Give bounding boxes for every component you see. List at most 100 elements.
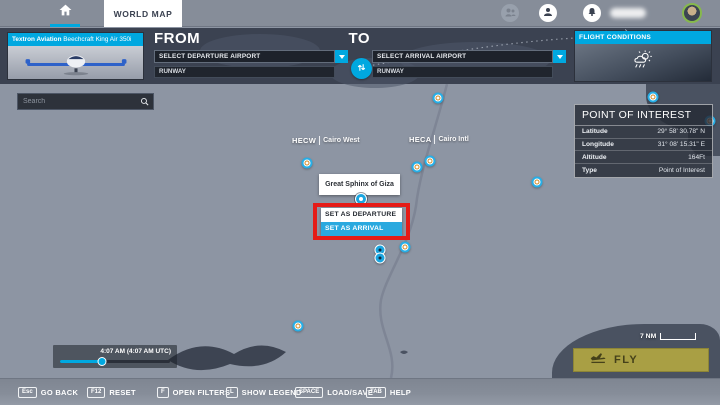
fly-button-label: FLY xyxy=(614,354,638,366)
chevron-down-icon xyxy=(557,55,563,59)
action-label: RESET xyxy=(109,388,136,397)
time-slider-fill xyxy=(60,360,102,363)
arrival-dropdown-button[interactable] xyxy=(553,50,566,63)
scale-label: 7 NM xyxy=(640,333,656,340)
label-divider xyxy=(319,136,320,145)
scale-bar xyxy=(660,333,696,340)
airport-marker[interactable] xyxy=(532,177,543,188)
airport-marker-cairo-intl[interactable] xyxy=(412,162,423,173)
aircraft-name: Textron Aviation Beechcraft King Air 350… xyxy=(8,33,143,46)
set-as-arrival-button[interactable]: SET AS ARRIVAL xyxy=(321,222,402,236)
airport-code: HECA xyxy=(409,135,431,144)
departure-runway-field[interactable]: RUNWAY xyxy=(154,66,335,78)
chevron-down-icon xyxy=(339,55,345,59)
poi-row-value: 29° 58' 30.78" N xyxy=(657,128,705,135)
time-slider-knob[interactable] xyxy=(97,357,106,366)
home-icon xyxy=(59,3,72,21)
key-badge: F12 xyxy=(87,387,105,398)
departure-airport-select[interactable]: SELECT DEPARTURE AIRPORT xyxy=(154,50,335,63)
load-save-action[interactable]: SPACE LOAD/SAVE xyxy=(295,379,373,405)
friends-icon xyxy=(505,4,516,22)
airport-name: Cairo West xyxy=(323,137,359,144)
profile-icon xyxy=(543,4,553,22)
poi-row-label: Type xyxy=(582,167,597,174)
user-avatar[interactable] xyxy=(682,3,702,23)
aircraft-brand: Textron Aviation xyxy=(12,36,61,43)
airport-code: HECW xyxy=(292,136,316,145)
map-dot xyxy=(389,203,392,206)
key-badge: F xyxy=(157,387,169,398)
profile-button[interactable] xyxy=(539,4,557,22)
home-button[interactable] xyxy=(50,0,80,27)
aircraft-model: Beechcraft King Air 350i xyxy=(63,36,131,43)
aircraft-selector[interactable]: Textron Aviation Beechcraft King Air 350… xyxy=(8,33,143,79)
poi-row-altitude: Altitude 164Ft xyxy=(575,151,712,164)
username-blurred xyxy=(610,8,646,18)
selected-poi-marker[interactable] xyxy=(355,193,367,205)
arrival-runway-field[interactable]: RUNWAY xyxy=(372,66,553,78)
open-filters-action[interactable]: F OPEN FILTERS xyxy=(157,379,230,405)
time-label: 4:07 AM (4:07 AM UTC) xyxy=(53,345,177,355)
label-divider xyxy=(434,135,435,144)
reset-action[interactable]: F12 RESET xyxy=(87,379,136,405)
aircraft-illustration xyxy=(21,50,131,76)
key-badge: L xyxy=(226,387,238,398)
set-as-departure-button[interactable]: SET AS DEPARTURE xyxy=(321,208,402,222)
go-back-action[interactable]: Esc GO BACK xyxy=(18,379,78,405)
arrival-airport-select[interactable]: SELECT ARRIVAL AIRPORT xyxy=(372,50,553,63)
flight-setup-bar: ✈ Textron Aviation Beechcraft King Air 3… xyxy=(0,28,720,84)
friends-button[interactable] xyxy=(501,4,519,22)
poi-row-label: Latitude xyxy=(582,128,608,135)
show-legend-action[interactable]: L SHOW LEGEND xyxy=(226,379,302,405)
airport-name: Cairo Intl xyxy=(438,136,468,143)
poi-tooltip-title: Great Sphinx of Giza xyxy=(325,181,394,188)
plane-takeoff-icon xyxy=(590,351,607,369)
poi-row-latitude: Latitude 29° 58' 30.78" N xyxy=(575,126,712,139)
poi-marker[interactable] xyxy=(375,253,386,264)
search-icon[interactable] xyxy=(140,97,149,106)
map-search xyxy=(17,93,154,110)
search-input[interactable] xyxy=(18,98,140,105)
action-label: HELP xyxy=(390,388,411,397)
aircraft-photo xyxy=(8,46,143,79)
airport-marker[interactable] xyxy=(425,156,436,167)
poi-row-label: Altitude xyxy=(582,154,607,161)
airport-marker[interactable] xyxy=(293,321,304,332)
airport-label-hecw[interactable]: HECW Cairo West xyxy=(292,136,360,145)
time-slider-track[interactable] xyxy=(60,360,170,363)
airport-marker[interactable] xyxy=(400,242,411,253)
poi-row-label: Longitude xyxy=(582,141,614,148)
poi-tooltip: Great Sphinx of Giza xyxy=(319,174,400,195)
poi-row-value: Point of Interest xyxy=(659,167,705,174)
flight-conditions-title: FLIGHT CONDITIONS xyxy=(575,31,711,44)
poi-row-value: 164Ft xyxy=(688,154,705,161)
key-badge: Esc xyxy=(18,387,37,398)
point-of-interest-panel: POINT OF INTEREST Latitude 29° 58' 30.78… xyxy=(574,104,713,178)
flight-conditions-preview xyxy=(575,44,711,81)
poi-row-type: Type Point of Interest xyxy=(575,164,712,177)
airport-marker[interactable] xyxy=(433,93,444,104)
swap-arrows-icon xyxy=(356,60,367,78)
action-label: SHOW LEGEND xyxy=(242,388,302,397)
tab-world-map[interactable]: WORLD MAP xyxy=(104,0,182,27)
notifications-button[interactable] xyxy=(583,4,601,22)
help-action[interactable]: TAB HELP xyxy=(366,379,411,405)
weather-icon xyxy=(631,49,655,76)
action-label: GO BACK xyxy=(41,388,79,397)
bell-icon xyxy=(587,4,597,22)
map-scale: 7 NM xyxy=(640,333,696,340)
airport-label-heca[interactable]: HECA Cairo Intl xyxy=(409,135,469,144)
map-canvas[interactable]: HECW Cairo West HECA Cairo Intl Great Sp… xyxy=(0,84,720,378)
flight-conditions-panel[interactable]: FLIGHT CONDITIONS xyxy=(575,31,711,81)
poi-panel-title: POINT OF INTEREST xyxy=(575,105,712,126)
world-map-screen: WORLD MAP ✈ Textron Aviation xyxy=(0,0,720,405)
airport-marker-cairo-west[interactable] xyxy=(302,158,313,169)
to-label: TO xyxy=(176,30,370,47)
swap-departure-arrival-button[interactable] xyxy=(351,58,372,79)
departure-dropdown-button[interactable] xyxy=(335,50,348,63)
poi-row-longitude: Longitude 31° 08' 15.31" E xyxy=(575,139,712,152)
fly-button[interactable]: FLY xyxy=(573,348,709,372)
top-bar: WORLD MAP xyxy=(0,0,720,27)
action-label: OPEN FILTERS xyxy=(173,388,231,397)
airport-marker[interactable] xyxy=(648,92,659,103)
